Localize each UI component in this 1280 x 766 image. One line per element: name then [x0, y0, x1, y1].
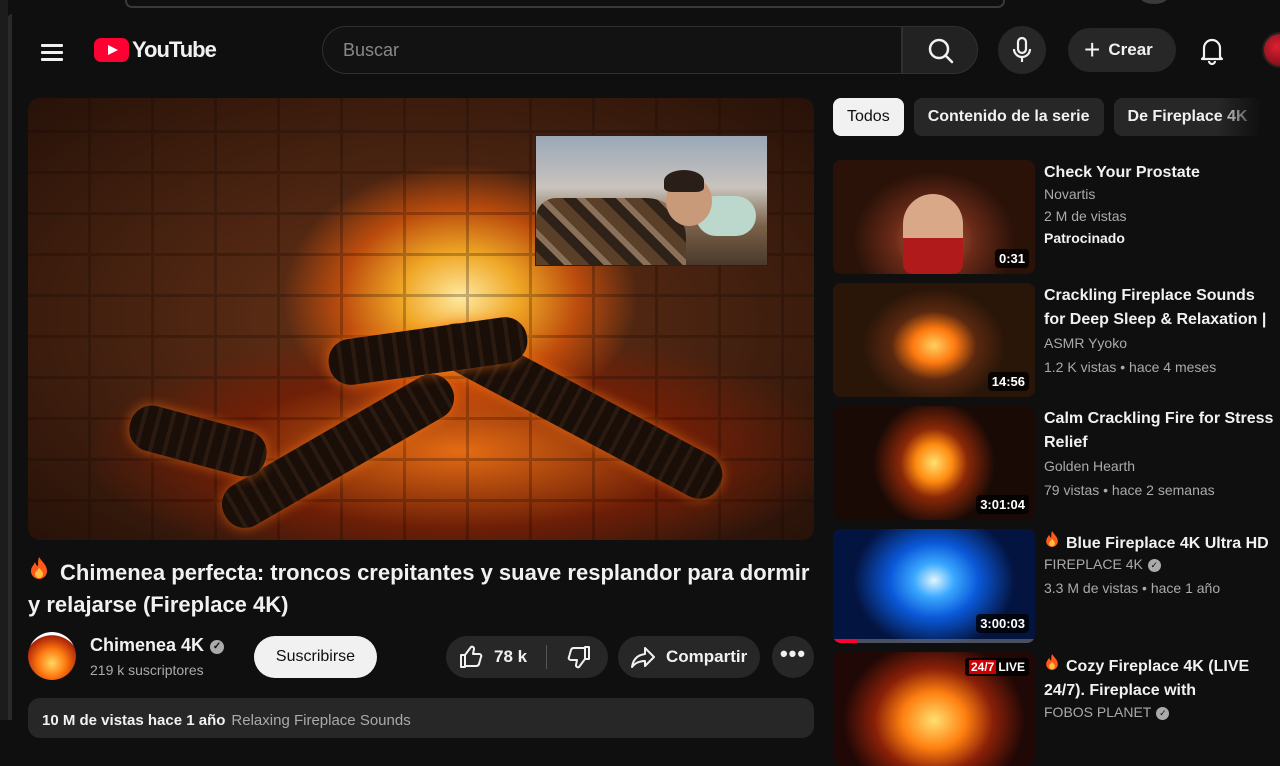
recommendation-title[interactable]: Blue Fireplace 4K Ultra HD — [1044, 530, 1280, 556]
watch-progress-track — [833, 639, 1035, 643]
bell-icon — [1200, 38, 1224, 66]
live-badge: 24/7 LIVE — [964, 658, 1029, 676]
youtube-logo[interactable]: YouTube — [94, 37, 217, 62]
description-box[interactable]: 10 M de vistas hace 1 año Relaxing Firepl… — [28, 698, 814, 738]
share-icon — [631, 647, 655, 668]
video-player[interactable] — [28, 98, 814, 540]
channel-avatar[interactable] — [28, 632, 76, 680]
like-divider — [546, 645, 547, 669]
fire-icon — [1044, 530, 1062, 556]
recommendation-meta: 2 M de vistas — [1044, 208, 1127, 224]
video-thumbnail[interactable]: 3:01:04 — [833, 406, 1035, 520]
thumbs-down-icon — [567, 646, 590, 669]
duration-badge: 0:31 — [994, 249, 1029, 268]
browser-address-bar-edge — [125, 0, 1005, 8]
video-thumbnail[interactable]: 24/7 LIVE — [833, 652, 1035, 766]
recommendation-meta: 3.3 M de vistas • hace 1 año — [1044, 580, 1221, 596]
create-label: Crear — [1108, 40, 1153, 59]
recommendation-title[interactable]: Check Your Prostate — [1044, 161, 1280, 185]
account-avatar[interactable] — [1262, 32, 1280, 68]
search-input[interactable] — [323, 27, 901, 73]
search-button[interactable] — [902, 26, 978, 74]
video-title: Chimenea perfecta: troncos crepitantes y… — [28, 556, 814, 621]
duration-badge: 3:00:03 — [976, 614, 1029, 633]
recommendation-item[interactable]: 3:01:04 Calm Crackling Fire for Stress R… — [833, 406, 1280, 520]
video-thumbnail[interactable]: 3:00:03 — [833, 529, 1035, 643]
description-views: 10 M de vistas hace 1 año — [42, 712, 226, 729]
share-button[interactable]: Compartir — [618, 636, 760, 678]
masthead: YouTube + Crear — [12, 18, 1280, 82]
logo-text: YouTube — [132, 37, 217, 62]
channel-row: Chimenea 4K ✓ 219 k suscriptores Suscribi… — [28, 632, 814, 682]
window-edge — [0, 0, 8, 720]
window-edge-inner — [8, 14, 12, 720]
duration-badge: 14:56 — [987, 372, 1029, 391]
recommendation-item[interactable]: 14:56 Crackling Fireplace Sounds for Dee… — [833, 283, 1280, 397]
channel-name[interactable]: Chimenea 4K ✓ — [90, 635, 225, 656]
like-count: 78 k — [494, 647, 528, 666]
recommendation-item[interactable]: 3:00:03 Blue Fireplace 4K Ultra HD FIREP… — [833, 529, 1280, 643]
verified-check-icon: ✓ — [1147, 559, 1161, 572]
recommendation-meta: 79 vistas • hace 2 semanas — [1044, 482, 1215, 498]
chip-from-channel[interactable]: De Fireplace 4K — [1113, 98, 1262, 136]
dislike-button[interactable] — [554, 636, 604, 678]
filter-chips: Todos Contenido de la serie De Fireplace… — [833, 98, 1280, 138]
description-tags: Relaxing Fireplace Sounds — [231, 712, 411, 729]
recommendation-title[interactable]: Crackling Fireplace Sounds for Deep Slee… — [1044, 284, 1280, 332]
subscribe-button[interactable]: Suscribirse — [254, 636, 377, 678]
plus-icon: + — [1084, 34, 1101, 65]
duration-badge: 3:01:04 — [976, 495, 1029, 514]
sponsored-label: Patrocinado — [1044, 230, 1125, 246]
youtube-play-icon — [94, 38, 129, 62]
recommendation-title[interactable]: Calm Crackling Fire for Stress Relief — [1044, 407, 1280, 455]
recommendation-channel[interactable]: Golden Hearth — [1044, 458, 1135, 474]
recommendation-meta: 1.2 K vistas • hace 4 meses — [1044, 359, 1217, 375]
video-title-text: Chimenea perfecta: troncos crepitantes y… — [28, 560, 810, 617]
recommendation-channel[interactable]: FOBOS PLANET ✓ — [1044, 704, 1170, 720]
chip-todos[interactable]: Todos — [833, 98, 904, 136]
subscriber-count: 219 k suscriptores — [90, 662, 204, 678]
browser-top-strip — [0, 0, 1280, 18]
notifications-button[interactable] — [1192, 30, 1232, 70]
menu-icon[interactable] — [34, 34, 70, 70]
recommendation-channel[interactable]: ASMR Yyoko — [1044, 335, 1127, 351]
recommendation-channel[interactable]: FIREPLACE 4K ✓ — [1044, 556, 1161, 572]
chip-series[interactable]: Contenido de la serie — [913, 98, 1104, 136]
search-box — [322, 26, 902, 74]
verified-check-icon: ✓ — [1156, 707, 1170, 720]
picture-in-picture-overlay — [535, 135, 768, 266]
video-thumbnail[interactable]: 14:56 — [833, 283, 1035, 397]
recommendation-item[interactable]: 0:31 Check Your Prostate Novartis 2 M de… — [833, 160, 1280, 274]
like-button[interactable]: 78 k — [446, 636, 546, 678]
recommendation-item[interactable]: 24/7 LIVE Cozy Fireplace 4K (LIVE 24/7). … — [833, 652, 1280, 766]
fire-icon — [28, 556, 50, 589]
search-icon — [928, 38, 954, 64]
video-thumbnail[interactable]: 0:31 — [833, 160, 1035, 274]
verified-check-icon: ✓ — [210, 640, 225, 654]
fire-icon — [1044, 653, 1062, 679]
voice-search-button[interactable] — [998, 26, 1046, 74]
more-dots-icon: ••• — [779, 641, 807, 666]
more-actions-button[interactable]: ••• — [772, 636, 814, 678]
microphone-icon — [1012, 36, 1032, 62]
thumbs-up-icon — [460, 645, 483, 668]
share-label: Compartir — [666, 647, 748, 666]
recommendation-channel[interactable]: Novartis — [1044, 186, 1095, 202]
like-dislike-group: 78 k — [446, 636, 608, 678]
create-button[interactable]: + Crear — [1068, 28, 1176, 72]
watch-progress-bar — [833, 639, 858, 643]
recommendation-title[interactable]: Cozy Fireplace 4K (LIVE 24/7). Fireplace… — [1044, 653, 1280, 701]
browser-profile-edge — [1140, 0, 1168, 4]
